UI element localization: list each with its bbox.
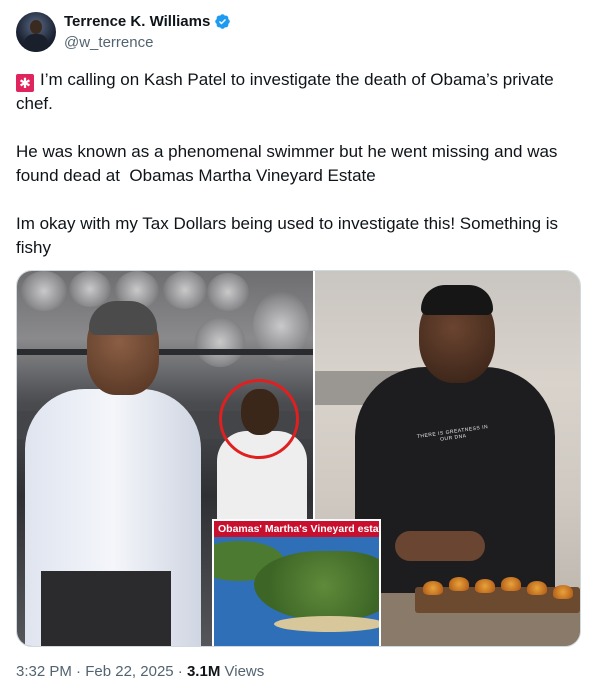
food-bite xyxy=(475,579,495,593)
author-name-row: Terrence K. Williams xyxy=(64,13,231,30)
highlight-circle xyxy=(219,379,299,459)
hanging-pan xyxy=(21,271,67,311)
inset-caption: Obamas' Martha's Vineyard estate xyxy=(214,521,379,537)
rotating-light-icon: ✱ xyxy=(16,74,34,92)
meta-separator: · xyxy=(76,663,82,680)
chef-arms xyxy=(395,531,485,561)
estate-inset-photo: Obamas' Martha's Vineyard estate xyxy=(212,519,381,646)
avatar[interactable] xyxy=(16,12,56,52)
author-handle[interactable]: @w_terrence xyxy=(64,34,153,51)
tweet: Terrence K. Williams @w_terrence ✱ I’m ca… xyxy=(0,0,611,699)
views-count: 3.1M xyxy=(186,663,221,680)
hanging-pan xyxy=(195,317,245,367)
food-bite xyxy=(449,577,469,591)
inset-land xyxy=(254,551,379,621)
hanging-pan xyxy=(69,271,111,307)
chef-portrait-hair xyxy=(421,285,493,315)
verified-badge-icon xyxy=(215,14,231,29)
food-bite xyxy=(527,581,547,595)
food-bite xyxy=(553,585,573,599)
tweet-time[interactable]: 3:32 PM xyxy=(16,663,72,680)
hanging-pan xyxy=(207,273,249,311)
tweet-meta: 3:32 PM · Feb 22, 2025 · 3.1M Views xyxy=(16,663,264,680)
food-bite xyxy=(423,581,443,595)
food-bite xyxy=(501,577,521,591)
meta-separator: · xyxy=(177,663,183,680)
tweet-media[interactable]: THERE IS GREATNESS IN OUR DNA Obamas' Ma… xyxy=(16,270,581,647)
tweet-paragraph-3: Im okay with my Tax Dollars being used t… xyxy=(16,214,563,257)
man-pants xyxy=(41,571,171,646)
tweet-paragraph-1-text: I’m calling on Kash Patel to investigate… xyxy=(16,70,559,113)
views-label: Views xyxy=(224,663,265,680)
tweet-paragraph-1: ✱ I’m calling on Kash Patel to investigat… xyxy=(16,68,591,116)
hanging-pan xyxy=(163,271,207,309)
tweet-date[interactable]: Feb 22, 2025 xyxy=(85,663,173,680)
inset-beach xyxy=(274,616,379,632)
pot-rack xyxy=(17,349,313,355)
man-hair xyxy=(89,301,157,335)
tweet-paragraph-spacer xyxy=(16,116,591,140)
avatar-head xyxy=(30,20,42,34)
tweet-paragraph-spacer xyxy=(16,188,591,212)
tweet-paragraph-2: He was known as a phenomenal swimmer but… xyxy=(16,142,563,185)
avatar-body xyxy=(24,34,48,52)
tweet-text: ✱ I’m calling on Kash Patel to investigat… xyxy=(16,68,591,260)
author-display-name[interactable]: Terrence K. Williams xyxy=(64,13,210,30)
